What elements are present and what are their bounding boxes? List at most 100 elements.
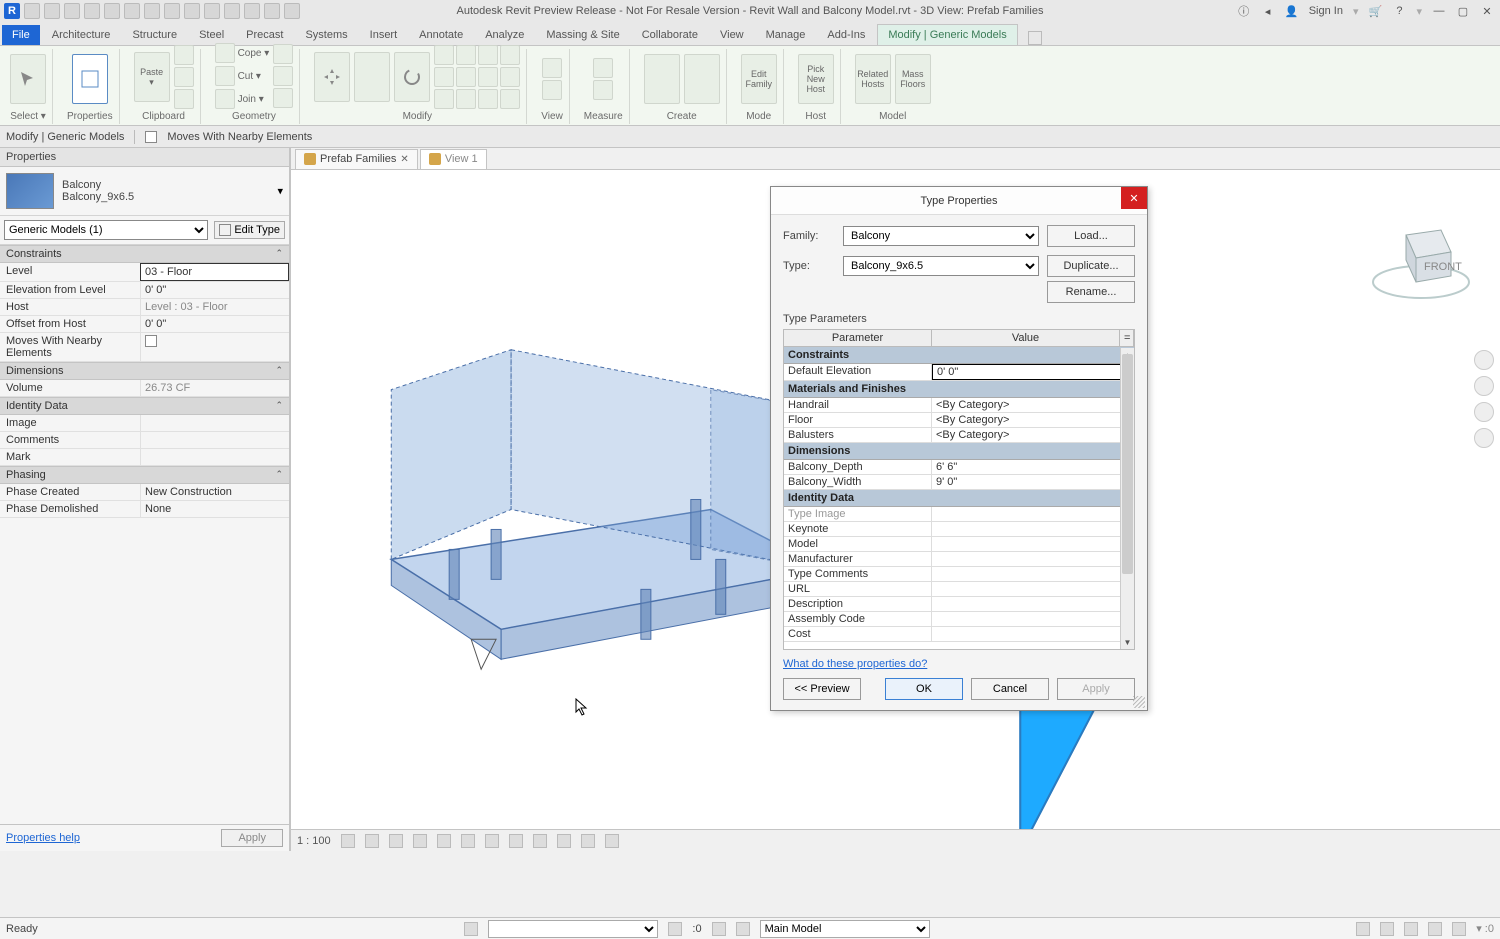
offset-icon[interactable]: [456, 45, 476, 65]
what-do-link[interactable]: What do these properties do?: [783, 658, 1135, 670]
group-phasing[interactable]: Phasing: [0, 466, 289, 484]
group-identity[interactable]: Identity Data: [0, 397, 289, 415]
dialog-close-icon[interactable]: ✕: [1121, 187, 1147, 209]
duplicate-button[interactable]: Duplicate...: [1047, 255, 1135, 277]
shadows-icon[interactable]: [413, 834, 427, 848]
pick-new-host-button[interactable]: Pick New Host: [798, 54, 834, 104]
visual-style-icon[interactable]: [365, 834, 379, 848]
thin-lines-icon[interactable]: [244, 3, 260, 19]
tp-model-value[interactable]: [932, 537, 1134, 551]
tab-file[interactable]: File: [2, 25, 40, 45]
prop-mark-value[interactable]: [140, 449, 289, 465]
paste-button[interactable]: Paste ▾: [134, 52, 170, 102]
prop-comments-value[interactable]: [140, 432, 289, 448]
cut-geom-icon[interactable]: [215, 66, 235, 86]
preview-button[interactable]: << Preview: [783, 678, 861, 700]
cope-icon[interactable]: [215, 43, 235, 63]
user-icon[interactable]: 👤: [1285, 4, 1299, 18]
signin-link[interactable]: Sign In: [1309, 5, 1343, 17]
join-icon[interactable]: [215, 89, 235, 109]
tp-group-identity[interactable]: Identity Data: [784, 490, 1134, 507]
tp-default-elev-value[interactable]: 0' 0": [932, 364, 1134, 380]
analytic-icon[interactable]: [581, 834, 595, 848]
match-icon[interactable]: [174, 89, 194, 109]
crop-show-icon[interactable]: [485, 834, 499, 848]
type-dropdown-icon[interactable]: ▾: [277, 185, 283, 198]
sync-icon[interactable]: [64, 3, 80, 19]
tab-massing[interactable]: Massing & Site: [536, 25, 629, 45]
prop-offset-value[interactable]: 0' 0": [140, 316, 289, 332]
nav-zoom-icon[interactable]: [1474, 428, 1494, 448]
col-equals[interactable]: =: [1120, 330, 1134, 346]
measure-icon[interactable]: [144, 3, 160, 19]
lock-3d-icon[interactable]: [509, 834, 523, 848]
tp-assembly-value[interactable]: [932, 612, 1134, 626]
prop-phase-demo-value[interactable]: None: [140, 501, 289, 517]
tp-balusters-value[interactable]: <By Category>: [932, 428, 1134, 442]
tab-precast[interactable]: Precast: [236, 25, 293, 45]
properties-button[interactable]: [72, 54, 108, 104]
load-button[interactable]: Load...: [1047, 225, 1135, 247]
close-windows-icon[interactable]: [264, 3, 280, 19]
dialog-apply-button[interactable]: Apply: [1057, 678, 1135, 700]
view-scale[interactable]: 1 : 100: [297, 835, 331, 847]
tp-width-value[interactable]: 9' 0": [932, 475, 1134, 489]
tp-type-comments-value[interactable]: [932, 567, 1134, 581]
tp-url-value[interactable]: [932, 582, 1134, 596]
modify-tool-button[interactable]: [10, 54, 46, 104]
delete-icon[interactable]: [478, 89, 498, 109]
scroll-down-icon[interactable]: ▼: [1121, 635, 1134, 649]
paint-icon[interactable]: [273, 88, 293, 108]
worksets-icon[interactable]: [605, 834, 619, 848]
nav-home-icon[interactable]: [1474, 350, 1494, 370]
tab-collaborate[interactable]: Collaborate: [632, 25, 708, 45]
wall-opening-icon[interactable]: [273, 44, 293, 64]
tp-group-dimensions[interactable]: Dimensions: [784, 443, 1134, 460]
save-icon[interactable]: [44, 3, 60, 19]
tp-keynote-value[interactable]: [932, 522, 1134, 536]
crop-icon[interactable]: [461, 834, 475, 848]
help-icon[interactable]: ?: [1392, 4, 1406, 18]
tab-insert[interactable]: Insert: [360, 25, 408, 45]
measure-icon-1[interactable]: [593, 58, 613, 78]
tab-modify-generic[interactable]: Modify | Generic Models: [877, 24, 1017, 45]
reveal-icon[interactable]: [557, 834, 571, 848]
moves-nearby-checkbox[interactable]: [145, 131, 157, 143]
status-icon-2[interactable]: [668, 922, 682, 936]
edit-family-button[interactable]: Edit Family: [741, 54, 777, 104]
align-icon[interactable]: [434, 45, 454, 65]
rename-button[interactable]: Rename...: [1047, 281, 1135, 303]
tp-floor-value[interactable]: <By Category>: [932, 413, 1134, 427]
cancel-button[interactable]: Cancel: [971, 678, 1049, 700]
info-icon[interactable]: ⓘ: [1237, 4, 1251, 18]
copy-move-icon[interactable]: [354, 52, 390, 102]
type-selector[interactable]: Balcony Balcony_9x6.5 ▾: [0, 167, 289, 216]
view-tab-view1[interactable]: View 1: [420, 149, 487, 169]
design-option-select[interactable]: Main Model: [760, 920, 930, 938]
dialog-titlebar[interactable]: Type Properties ✕: [771, 187, 1147, 215]
mirror-axis-icon[interactable]: [478, 45, 498, 65]
exchange-icon[interactable]: 🛒: [1368, 4, 1382, 18]
redo-icon[interactable]: [104, 3, 120, 19]
type-select[interactable]: Balcony_9x6.5: [843, 256, 1039, 276]
view-icon-2[interactable]: [542, 80, 562, 100]
tab-systems[interactable]: Systems: [295, 25, 357, 45]
section-icon[interactable]: [224, 3, 240, 19]
tab-view[interactable]: View: [710, 25, 754, 45]
tab-architecture[interactable]: Architecture: [42, 25, 121, 45]
tab-addins[interactable]: Add-Ins: [817, 25, 875, 45]
tp-description-value[interactable]: [932, 597, 1134, 611]
status-icon-4[interactable]: [736, 922, 750, 936]
col-parameter[interactable]: Parameter: [784, 330, 932, 346]
cut-icon[interactable]: [174, 45, 194, 65]
tp-type-image-value[interactable]: [932, 507, 1134, 521]
split-face-icon[interactable]: [273, 66, 293, 86]
ok-button[interactable]: OK: [885, 678, 963, 700]
move-icon[interactable]: [314, 52, 350, 102]
instance-filter-select[interactable]: Generic Models (1): [4, 220, 208, 240]
tp-depth-value[interactable]: 6' 6": [932, 460, 1134, 474]
view-tab-prefab[interactable]: Prefab Families✕: [295, 149, 418, 169]
extend-icon[interactable]: [500, 89, 520, 109]
tp-handrail-value[interactable]: <By Category>: [932, 398, 1134, 412]
create-similar-icon[interactable]: [644, 54, 680, 104]
